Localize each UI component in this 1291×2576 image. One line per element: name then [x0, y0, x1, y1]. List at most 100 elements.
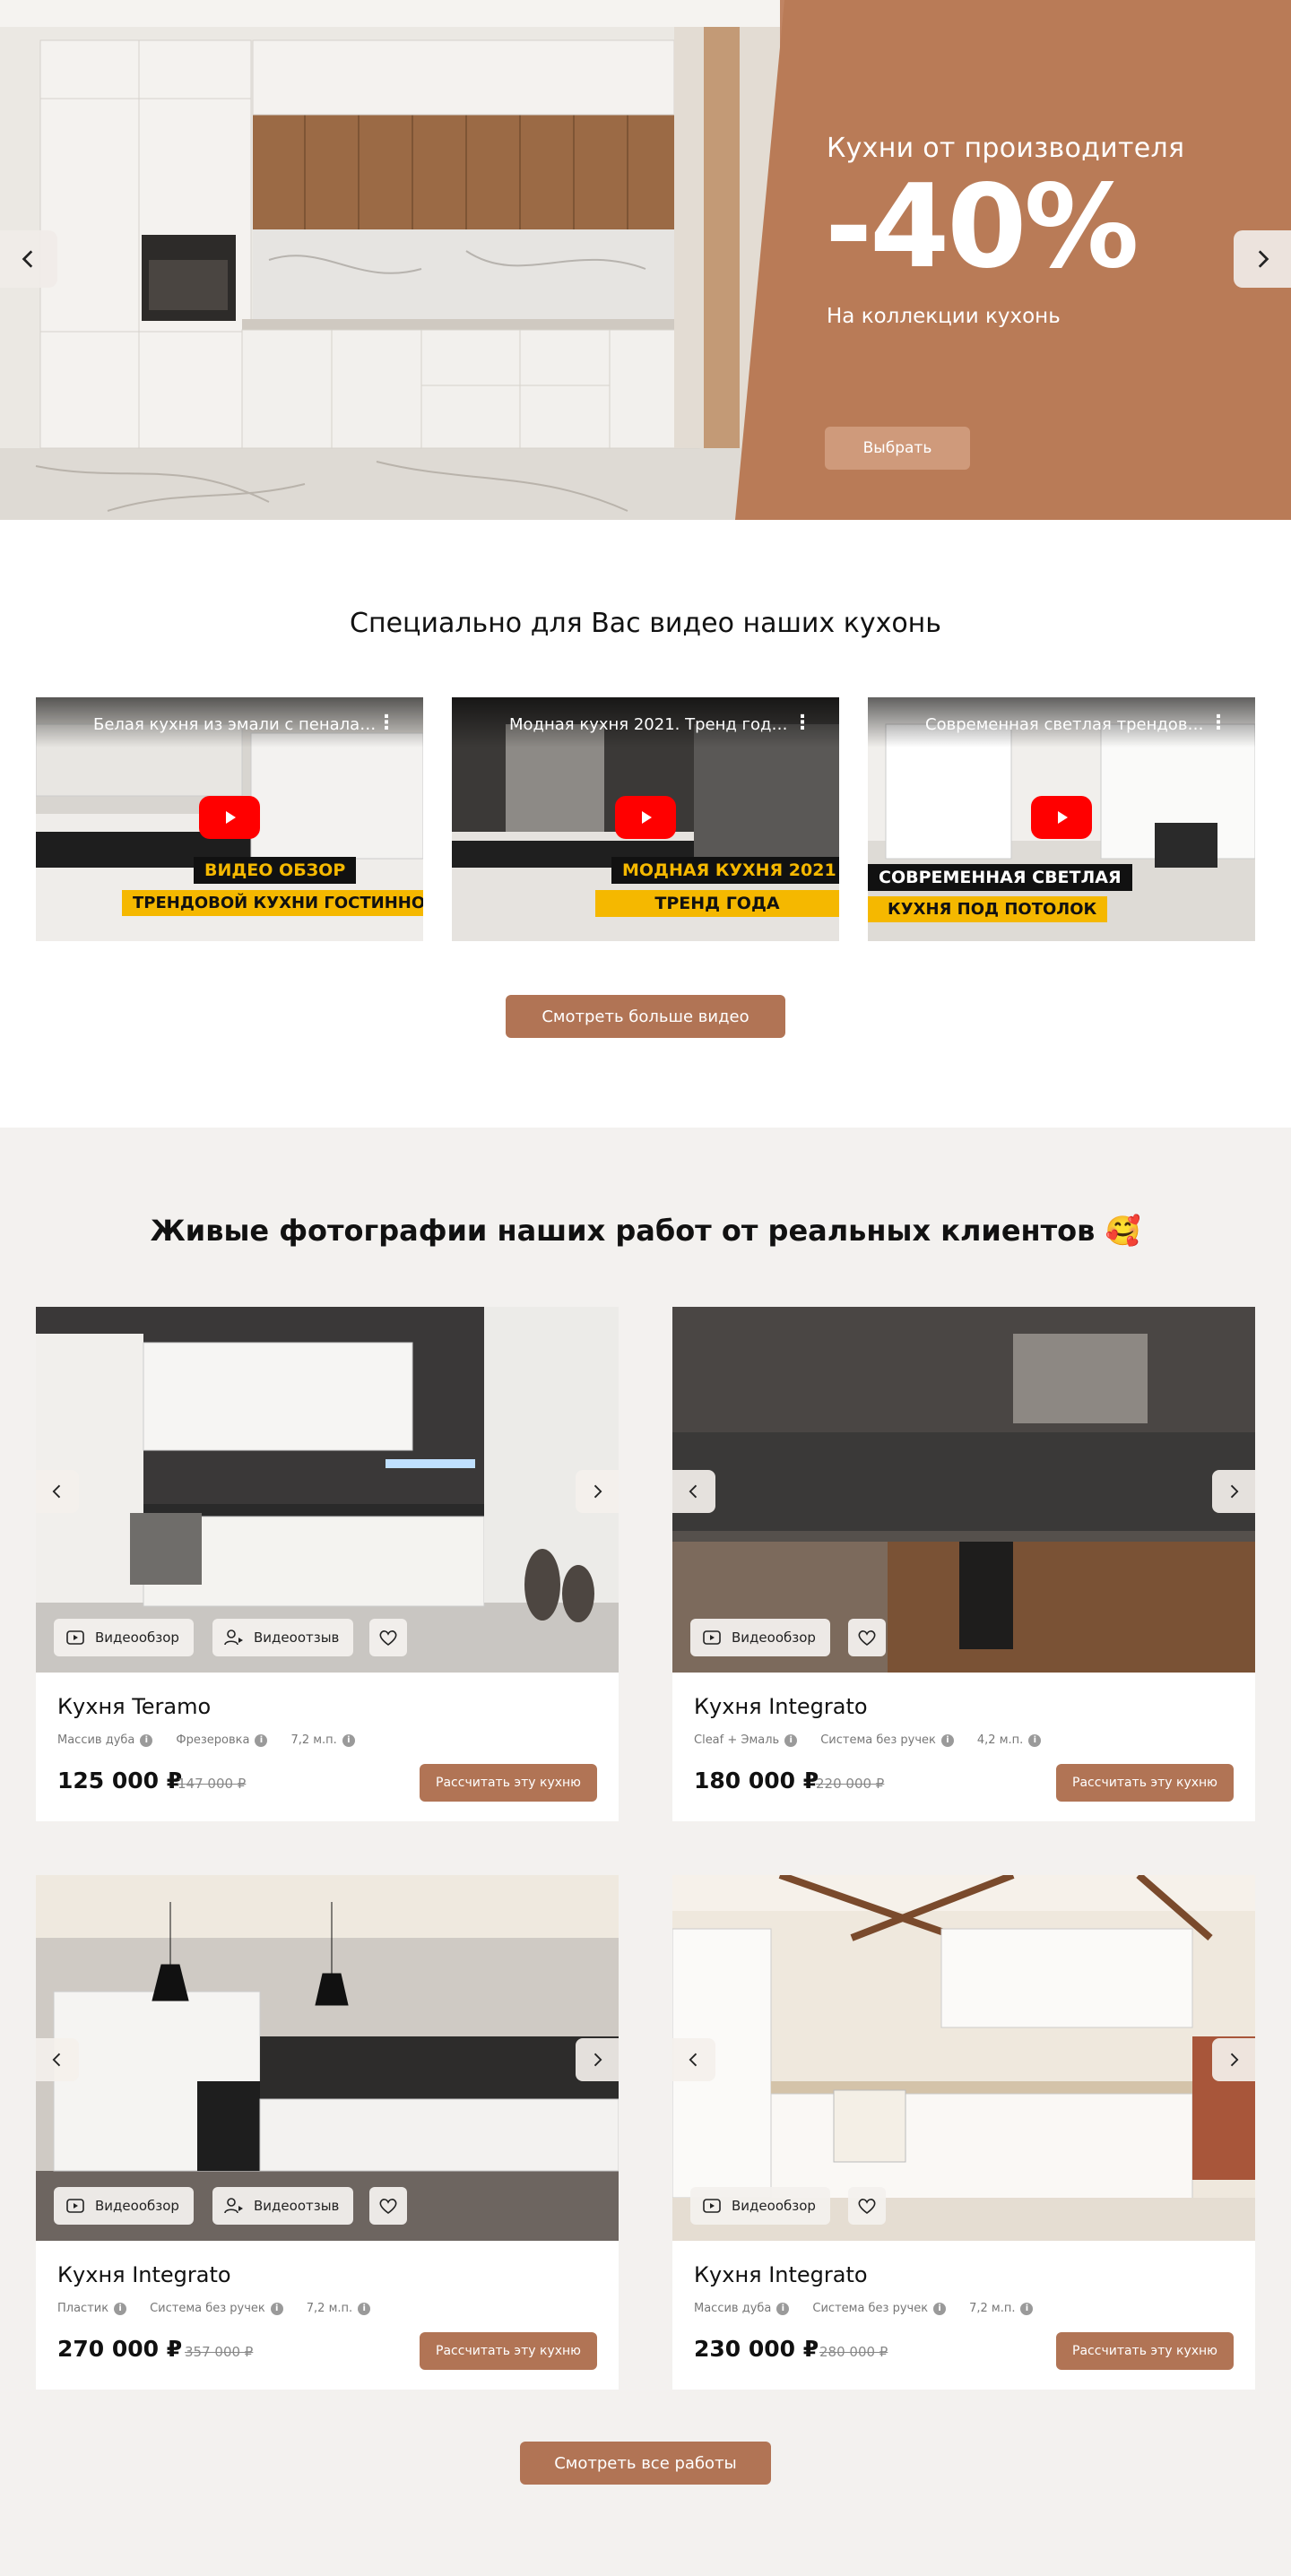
info-icon[interactable]: i	[270, 2302, 283, 2315]
chevron-left-icon	[52, 2053, 61, 2067]
more-options-icon[interactable]: ⋮	[377, 712, 396, 734]
info-icon[interactable]: i	[140, 1733, 153, 1747]
chevron-left-icon	[52, 1484, 61, 1499]
video-caption-2: ТРЕНД ГОДА	[595, 890, 839, 917]
video-caption-1: МОДНАЯ КУХНЯ 2021	[611, 857, 839, 884]
photo-prev-button[interactable]	[672, 1470, 715, 1513]
video-caption-2: КУХНЯ ПОД ПОТОЛОК	[868, 896, 1108, 922]
photo-next-button[interactable]	[1212, 2038, 1255, 2081]
work-name: Кухня Integrato	[694, 1694, 868, 1719]
info-icon[interactable]: i	[776, 2302, 790, 2315]
work-price: 270 000 ₽	[57, 2336, 183, 2362]
spec-label: Массив дуба	[57, 1733, 135, 1747]
photo-prev-button[interactable]	[672, 2038, 715, 2081]
video-caption-1: СОВРЕМЕННАЯ СВЕТЛАЯ	[868, 864, 1132, 891]
calculate-kitchen-button[interactable]: Рассчитать эту кухню	[1056, 1764, 1234, 1802]
video-caption-1: ВИДЕО ОБЗОР	[194, 857, 357, 884]
calculate-kitchen-button[interactable]: Рассчитать эту кухню	[1056, 2332, 1234, 2370]
videos-section-title: Специально для Вас видео наших кухонь	[350, 608, 941, 639]
photo-note: * Фото от сборщика	[506, 1801, 610, 1812]
calculate-kitchen-button[interactable]: Рассчитать эту кухню	[420, 2332, 597, 2370]
video-icon	[703, 1630, 721, 1645]
work-photo	[36, 1307, 619, 1673]
work-photo	[672, 1875, 1255, 2241]
work-old-price: 220 000 ₽	[816, 1776, 885, 1792]
video-card-3[interactable]: Современная светлая трендовая... ⋮ СОВРЕ…	[868, 697, 1255, 941]
favorite-button[interactable]	[848, 1619, 886, 1656]
favorite-button[interactable]	[369, 1619, 407, 1656]
video-icon	[703, 2199, 721, 2213]
video-review-chip[interactable]: Видеообзор	[54, 2187, 194, 2225]
spec-label: 7,2 м.п.	[290, 1733, 337, 1747]
work-specs: Cleaf + Эмаль i Система без ручек i 4,2 м.…	[694, 1733, 1042, 1747]
hero-discount: -40%	[825, 160, 1139, 294]
work-old-price: 280 000 ₽	[819, 2344, 888, 2360]
favorite-button[interactable]	[369, 2187, 407, 2225]
info-icon[interactable]: i	[1028, 1733, 1042, 1747]
all-works-button[interactable]: Смотреть все работы	[520, 2442, 771, 2485]
photo-note: * Фото от сборщика	[506, 2369, 610, 2381]
photo-next-button[interactable]	[576, 1470, 619, 1513]
info-icon[interactable]: i	[114, 2302, 127, 2315]
hero-subtitle: Кухни от производителя	[827, 133, 1185, 164]
works-section-title: Живые фотографии наших работ от реальных…	[150, 1214, 1141, 1248]
video-review-chip[interactable]: Видеообзор	[690, 1619, 830, 1656]
work-card-4: Видеообзор * Фото от сборщика Кухня Inte…	[672, 1875, 1255, 2390]
work-photo	[672, 1307, 1255, 1673]
play-button[interactable]	[1031, 796, 1092, 839]
more-videos-button[interactable]: Смотреть больше видео	[506, 995, 785, 1038]
chevron-left-icon	[689, 2053, 697, 2067]
spec-label: Массив дуба	[694, 2302, 772, 2315]
video-card-2[interactable]: Модная кухня 2021. Тренд года к... ⋮ МОД…	[452, 697, 839, 941]
video-icon	[66, 1630, 84, 1645]
chevron-right-icon	[594, 2053, 602, 2067]
calculate-kitchen-button[interactable]: Рассчитать эту кухню	[420, 1764, 597, 1802]
photo-next-button[interactable]	[1212, 1470, 1255, 1513]
hero-kitchen-photo	[0, 0, 780, 520]
work-name: Кухня Teramo	[57, 1694, 212, 1719]
info-icon[interactable]: i	[358, 2302, 371, 2315]
video-review-chip[interactable]: Видеообзор	[690, 2187, 830, 2225]
work-name: Кухня Integrato	[57, 2262, 231, 2287]
work-old-price: 147 000 ₽	[178, 1776, 247, 1792]
work-price: 180 000 ₽	[694, 1768, 819, 1794]
hero-prev-button[interactable]	[0, 230, 57, 288]
video-card-1[interactable]: Белая кухня из эмали с пеналам... ⋮ ВИДЕ…	[36, 697, 423, 941]
play-icon	[1058, 811, 1068, 824]
play-icon	[226, 811, 236, 824]
more-options-icon[interactable]: ⋮	[1209, 712, 1228, 734]
work-price: 230 000 ₽	[694, 2336, 819, 2362]
info-icon[interactable]: i	[342, 1733, 355, 1747]
info-icon[interactable]: i	[1020, 2302, 1034, 2315]
video-review-label: Видеообзор	[732, 2198, 816, 2214]
work-photo	[36, 1875, 619, 2241]
info-icon[interactable]: i	[933, 2302, 947, 2315]
photo-prev-button[interactable]	[36, 1470, 79, 1513]
video-title: Модная кухня 2021. Тренд года к...	[509, 715, 796, 734]
info-icon[interactable]: i	[784, 1733, 798, 1747]
spec-label: 4,2 м.п.	[976, 1733, 1024, 1747]
photo-next-button[interactable]	[576, 2038, 619, 2081]
photo-prev-button[interactable]	[36, 2038, 79, 2081]
photo-note: * Фото от сборщика	[1142, 2369, 1246, 2381]
hero-next-button[interactable]	[1234, 230, 1291, 288]
work-specs: Массив дуба i Фрезеровка i 7,2 м.п. i	[57, 1733, 355, 1747]
video-review-chip[interactable]: Видеообзор	[54, 1619, 194, 1656]
favorite-button[interactable]	[848, 2187, 886, 2225]
spec-label: 7,2 м.п.	[306, 2302, 353, 2315]
work-card-3: Видеообзор Видеоотзыв * Фото от сборщика…	[36, 1875, 619, 2390]
spec-label: Cleaf + Эмаль	[694, 1733, 780, 1747]
work-specs: Массив дуба i Система без ручек i 7,2 м.п.…	[694, 2302, 1034, 2315]
video-feedback-label: Видеоотзыв	[254, 2198, 340, 2214]
video-caption-2: ТРЕНДОВОЙ КУХНИ ГОСТИННОЙ	[122, 890, 423, 916]
play-button[interactable]	[199, 796, 260, 839]
video-feedback-chip[interactable]: Видеоотзыв	[212, 2187, 354, 2225]
more-options-icon[interactable]: ⋮	[793, 712, 812, 734]
work-name: Кухня Integrato	[694, 2262, 868, 2287]
info-icon[interactable]: i	[255, 1733, 268, 1747]
video-feedback-chip[interactable]: Видеоотзыв	[212, 1619, 354, 1656]
play-button[interactable]	[615, 796, 676, 839]
info-icon[interactable]: i	[940, 1733, 954, 1747]
hero-choose-button[interactable]: Выбрать	[825, 427, 970, 470]
video-icon	[66, 2199, 84, 2213]
